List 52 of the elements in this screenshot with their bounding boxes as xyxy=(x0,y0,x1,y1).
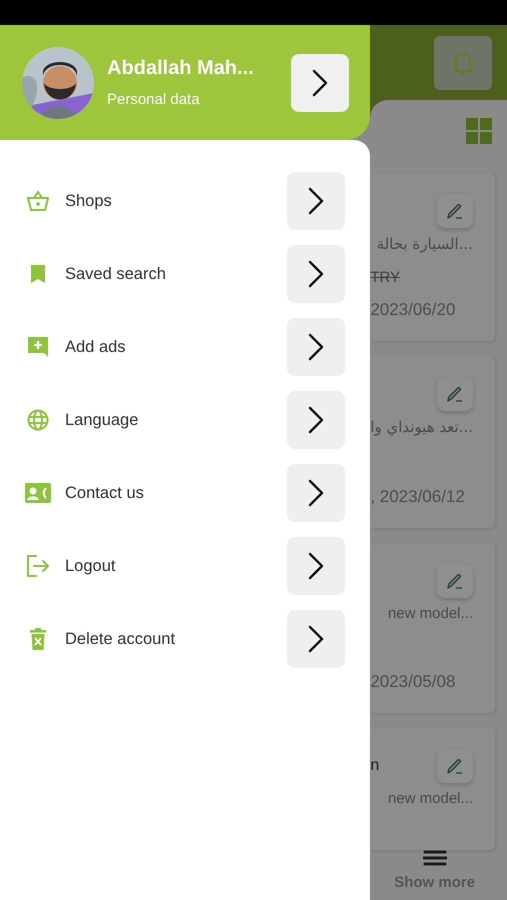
menu-icon[interactable] xyxy=(422,850,447,866)
chevron-right-icon xyxy=(308,260,324,288)
pencil-icon xyxy=(446,572,464,590)
listing-date: , 2023/06/12 xyxy=(370,486,466,508)
menu-item-label[interactable]: Delete account xyxy=(65,626,288,652)
contact-card-icon xyxy=(25,483,51,503)
chevron-right-icon xyxy=(308,333,324,361)
listing-description: ...السيارة بحالة xyxy=(376,234,474,255)
bookmark-icon xyxy=(30,264,46,284)
add-message-icon xyxy=(27,336,49,358)
edit-button[interactable] xyxy=(437,748,473,782)
menu-item-button[interactable] xyxy=(287,464,346,522)
menu-item-label[interactable]: Shops xyxy=(65,188,288,214)
listing-description: ...تعد هيونداي وا xyxy=(370,416,474,438)
globe-icon xyxy=(27,409,49,431)
pencil-icon xyxy=(446,384,464,402)
menu-item-button[interactable] xyxy=(287,172,346,230)
user-name: Abdallah Mah... xyxy=(107,56,255,82)
menu-item-button[interactable] xyxy=(287,391,346,449)
menu-item-button[interactable] xyxy=(287,610,346,668)
chevron-right-icon xyxy=(308,552,324,580)
edit-button[interactable] xyxy=(437,564,473,598)
profile-button[interactable] xyxy=(291,54,350,112)
pencil-icon xyxy=(446,756,464,774)
listing-price: TRY xyxy=(370,268,402,288)
edit-button[interactable] xyxy=(437,376,473,410)
edit-button[interactable] xyxy=(437,194,473,228)
menu-item-label[interactable]: Logout xyxy=(65,554,288,578)
bell-icon xyxy=(453,51,473,75)
menu-item-label[interactable]: Add ads xyxy=(65,334,288,360)
menu-item-label[interactable]: Saved search xyxy=(65,262,288,286)
chevron-right-icon xyxy=(308,625,324,653)
listing-title: n xyxy=(370,756,380,776)
chevron-right-icon xyxy=(308,406,324,434)
menu-item-button[interactable] xyxy=(287,245,346,303)
listing-date: 2023/05/08 xyxy=(370,671,456,693)
listing-description: new model... xyxy=(386,604,474,624)
trash-icon xyxy=(30,628,46,650)
personal-data-label: Personal data xyxy=(107,90,201,110)
logout-icon xyxy=(26,555,50,577)
chevron-right-icon xyxy=(312,68,328,96)
menu-item-label[interactable]: Contact us xyxy=(65,480,288,506)
menu-item-button[interactable] xyxy=(287,537,346,595)
chevron-right-icon xyxy=(308,479,324,507)
listing-description: new model... xyxy=(386,788,474,808)
listing-date: 2023/06/20 xyxy=(370,299,456,321)
pencil-icon xyxy=(446,202,464,220)
basket-icon xyxy=(26,190,50,212)
menu-item-button[interactable] xyxy=(287,318,346,376)
listing-card[interactable]: n new model... xyxy=(370,728,495,850)
menu-item-label[interactable]: Language xyxy=(65,408,288,432)
chevron-right-icon xyxy=(308,187,324,215)
